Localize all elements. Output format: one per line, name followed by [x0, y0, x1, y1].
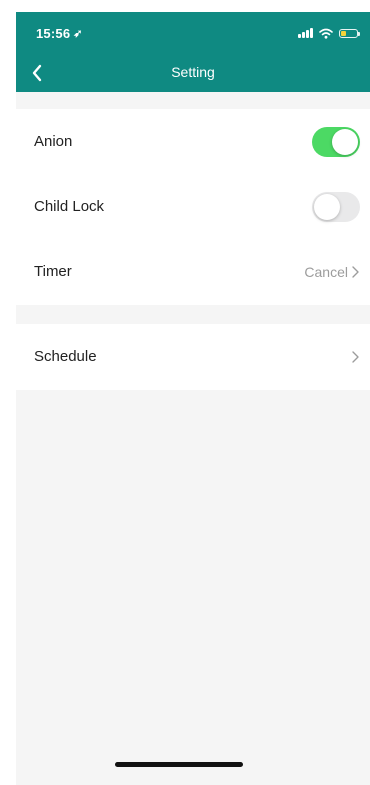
battery-icon	[339, 28, 360, 38]
timer-value: Cancel	[304, 264, 360, 280]
page-title: Setting	[171, 64, 215, 80]
anion-control	[312, 126, 360, 157]
setting-row-child-lock: Child Lock	[16, 174, 370, 239]
home-indicator[interactable]	[115, 762, 243, 767]
schedule-label: Schedule	[34, 348, 97, 365]
toggle-knob	[332, 128, 358, 155]
wifi-icon	[319, 28, 333, 39]
phone-frame: 15:56 ➶ Setting Anion Child Lock Timer C…	[0, 0, 370, 785]
status-icons	[298, 26, 360, 40]
setting-row-schedule[interactable]: Schedule	[16, 324, 370, 389]
app-screen: 15:56 ➶ Setting Anion Child Lock Timer C…	[16, 12, 370, 785]
toggle-knob	[314, 193, 340, 220]
anion-label: Anion	[34, 133, 73, 150]
app-header: 15:56 ➶ Setting	[16, 12, 370, 92]
setting-row-timer[interactable]: Timer Cancel	[16, 239, 370, 304]
status-time: 15:56 ➶	[36, 26, 83, 41]
nav-bar: Setting	[16, 54, 370, 92]
child-lock-label: Child Lock	[34, 198, 105, 215]
chevron-right-icon	[352, 350, 359, 363]
settings-group-main: Anion Child Lock Timer Cancel	[16, 109, 370, 305]
child-lock-control	[312, 191, 360, 222]
anion-toggle[interactable]	[312, 126, 360, 157]
settings-group-schedule: Schedule	[16, 324, 370, 390]
child-lock-toggle[interactable]	[312, 191, 360, 222]
setting-row-anion: Anion	[16, 109, 370, 174]
schedule-arrow	[348, 350, 360, 364]
chevron-right-icon	[352, 265, 359, 278]
status-time-text: 15:56	[36, 26, 71, 41]
battery-level-icon	[341, 30, 346, 36]
timer-value-text: Cancel	[304, 263, 348, 280]
cellular-signal-icon	[298, 28, 313, 38]
timer-label: Timer	[34, 263, 72, 280]
status-bar: 15:56 ➶	[16, 12, 370, 54]
location-arrow-icon: ➶	[73, 28, 83, 40]
